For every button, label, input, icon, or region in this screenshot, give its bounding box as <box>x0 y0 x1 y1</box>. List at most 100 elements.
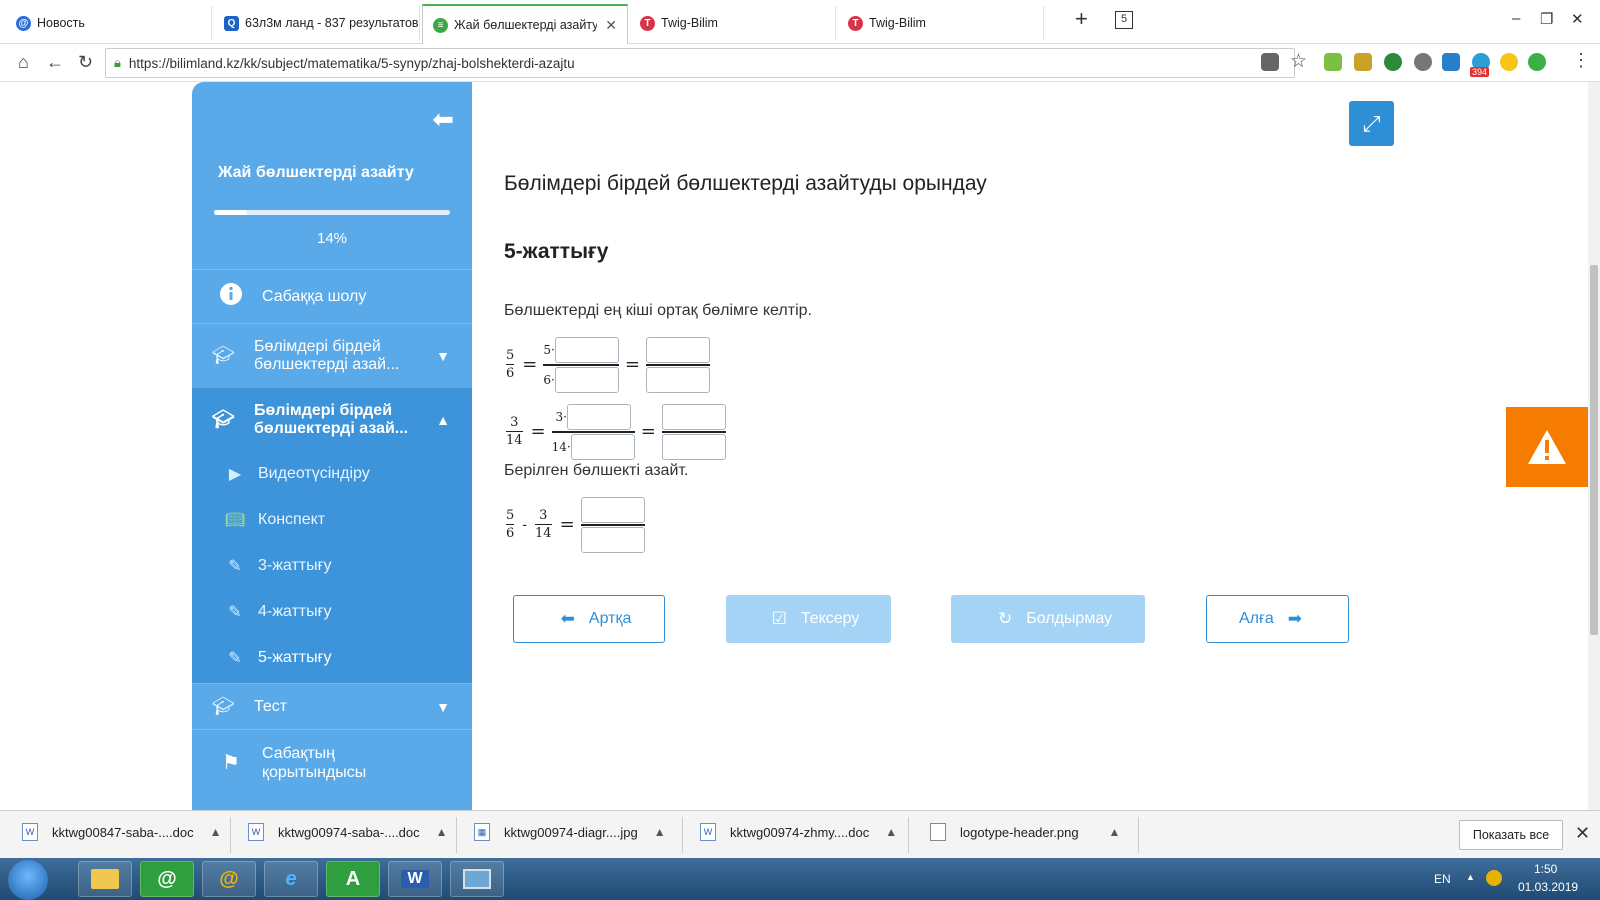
bookmark-star-icon[interactable]: ☆ <box>1290 50 1307 73</box>
downloads-bar: W kktwg00847-saba-....doc ▲ W kktwg00974… <box>0 810 1600 858</box>
instruction-text: Бөлшектерді ең кіші ортақ бөлімге келтір… <box>504 302 812 319</box>
close-window-icon[interactable]: ✕ <box>1571 10 1584 28</box>
show-all-downloads-button[interactable]: Показать все <box>1459 820 1563 850</box>
tray-app-icon[interactable] <box>1486 870 1502 886</box>
sidebar-subitem-ex5[interactable]: ✎ 5-жаттығу <box>192 635 472 681</box>
page-scrollbar[interactable] <box>1588 82 1600 810</box>
new-tab-icon[interactable]: + <box>1075 6 1088 32</box>
extension-globe-icon[interactable] <box>1414 53 1432 71</box>
language-indicator[interactable]: EN <box>1434 872 1451 886</box>
extension-message-icon[interactable] <box>1500 53 1518 71</box>
tab-twig-1[interactable]: T Twig-Bilim <box>630 6 836 40</box>
extension-sync-icon[interactable] <box>1442 53 1460 71</box>
fraction: 3 14 <box>535 508 552 542</box>
reload-icon[interactable]: ↻ <box>78 52 93 73</box>
word-doc-icon: W <box>700 823 716 841</box>
answer-input[interactable] <box>580 526 645 553</box>
edit-icon: ✎ <box>228 558 242 575</box>
tab-twig-2[interactable]: T Twig-Bilim <box>838 6 1044 40</box>
home-icon[interactable]: ⌂ <box>18 52 29 73</box>
clock-date[interactable]: 01.03.2019 <box>1518 880 1578 894</box>
scrollbar-thumb[interactable] <box>1590 265 1598 635</box>
sidebar-item-section-1[interactable]: 🎓︎ Бөлімдері бірдей бөлшектерді азай... … <box>192 323 472 387</box>
answer-input[interactable] <box>554 366 619 393</box>
sidebar-item-test[interactable]: 🎓︎ Тест ▼ <box>192 683 472 729</box>
chevron-up-icon[interactable]: ▲ <box>885 825 897 839</box>
sidebar-item-section-2[interactable]: 🎓︎ Бөлімдері бірдей бөлшектерді азай... … <box>192 387 472 451</box>
answer-input[interactable] <box>566 404 631 430</box>
download-item[interactable]: W kktwg00974-saba-....doc ▲ <box>248 823 448 841</box>
chevron-up-icon[interactable]: ▲ <box>654 825 666 839</box>
cancel-button[interactable]: ↻ Болдырмау <box>951 595 1145 643</box>
sidebar-subitem-label: 5-жаттығу <box>258 649 332 666</box>
clock-time[interactable]: 1:50 <box>1534 862 1557 876</box>
tray-chevron-icon[interactable]: ▲ <box>1466 872 1475 882</box>
url-field[interactable]: 🔒︎ https://bilimland.kz/kk/subject/matem… <box>105 48 1295 78</box>
download-item[interactable]: ▦ kktwg00974-diagr....jpg ▲ <box>474 823 666 841</box>
next-button[interactable]: Алға ➡ <box>1206 595 1349 643</box>
check-button[interactable]: ☑ Тексеру <box>726 595 891 643</box>
explorer-app[interactable] <box>78 861 132 897</box>
translate-icon[interactable] <box>1261 53 1279 71</box>
sidebar-subitem-ex4[interactable]: ✎ 4-жаттығу <box>192 589 472 635</box>
word-icon: W <box>401 870 429 888</box>
sidebar-item-overview[interactable]: Сабаққа шолу <box>192 269 472 323</box>
download-item[interactable]: W kktwg00974-zhmy....doc ▲ <box>700 823 897 841</box>
minimize-icon[interactable]: – <box>1512 10 1520 27</box>
answer-input[interactable] <box>554 337 619 363</box>
tab-active[interactable]: ≡ Жай бөлшектерді азайту - М ✕ <box>422 4 628 44</box>
image-viewer-icon <box>463 869 491 889</box>
back-arrow-icon[interactable]: ⬅ <box>432 104 454 135</box>
answer-input[interactable] <box>645 366 710 393</box>
fraction: 56 <box>506 508 515 542</box>
twig-icon: T <box>640 15 655 31</box>
mail-agent-app[interactable]: @ <box>140 861 194 897</box>
answer-input[interactable] <box>661 404 726 430</box>
extension-folder-icon[interactable] <box>1354 53 1372 71</box>
bilimland-icon: ≡ <box>433 17 448 33</box>
back-button[interactable]: ⬅ Артқа <box>513 595 665 643</box>
instruction-text: Берілген бөлшекті азайт. <box>504 462 689 479</box>
download-item[interactable]: logotype-header.png ▲ <box>930 823 1120 841</box>
restore-icon[interactable]: ❐ <box>1540 10 1553 28</box>
graduation-cap-icon: 🎓︎ <box>211 696 235 716</box>
answer-input[interactable] <box>580 497 645 523</box>
back-icon[interactable]: ← <box>46 52 64 73</box>
sidebar-item-summary[interactable]: ⚑ Сабақтың қорытындысы <box>192 729 472 795</box>
mail-at-icon: @ <box>219 867 239 890</box>
menu-icon[interactable]: ⋮ <box>1572 50 1590 71</box>
chevron-down-icon: ▼ <box>436 698 450 715</box>
word-app[interactable]: W <box>388 861 442 897</box>
chevron-up-icon[interactable]: ▲ <box>436 825 448 839</box>
sidebar-item-label: Сабақтың қорытындысы <box>262 744 367 781</box>
download-item[interactable]: W kktwg00847-saba-....doc ▲ <box>22 823 222 841</box>
sidebar-subitem-video[interactable]: ▶ Видеотүсіндіру <box>192 451 472 497</box>
tab-search[interactable]: Q 63л3м ланд - 837 результатов <box>214 6 420 40</box>
tab-count-icon[interactable]: 5 <box>1115 11 1133 29</box>
book-icon: 📖︎ <box>224 512 246 529</box>
start-button[interactable] <box>8 860 48 900</box>
browser-app[interactable]: A <box>326 861 380 897</box>
extension-notes-icon[interactable] <box>1528 53 1546 71</box>
answer-input[interactable] <box>661 433 726 460</box>
fullscreen-button[interactable]: ⤢ <box>1349 101 1394 146</box>
sidebar-subitem-label: Видеотүсіндіру <box>258 465 370 482</box>
sidebar-subitem-ex3[interactable]: ✎ 3-жаттығу <box>192 543 472 589</box>
extension-paperclip-icon[interactable] <box>1324 53 1342 71</box>
ie-app[interactable]: e <box>264 861 318 897</box>
tab-novost[interactable]: @ Новость <box>6 6 212 40</box>
image-viewer-app[interactable] <box>450 861 504 897</box>
arrow-right-icon: ➡ <box>1287 609 1302 628</box>
answer-input[interactable] <box>570 433 635 460</box>
mail-app[interactable]: @ <box>202 861 256 897</box>
extension-chat-icon[interactable] <box>1384 53 1402 71</box>
sidebar-subitem-konspekt[interactable]: 📖︎ Конспект <box>192 497 472 543</box>
report-problem-button[interactable] <box>1506 407 1588 487</box>
answer-input[interactable] <box>645 337 710 363</box>
word-doc-icon: W <box>248 823 264 841</box>
chevron-up-icon[interactable]: ▲ <box>210 825 222 839</box>
chevron-up-icon[interactable]: ▲ <box>1109 825 1121 839</box>
ie-icon: e <box>285 867 297 890</box>
close-tab-icon[interactable]: ✕ <box>597 17 617 34</box>
close-downloads-icon[interactable]: ✕ <box>1575 823 1590 844</box>
